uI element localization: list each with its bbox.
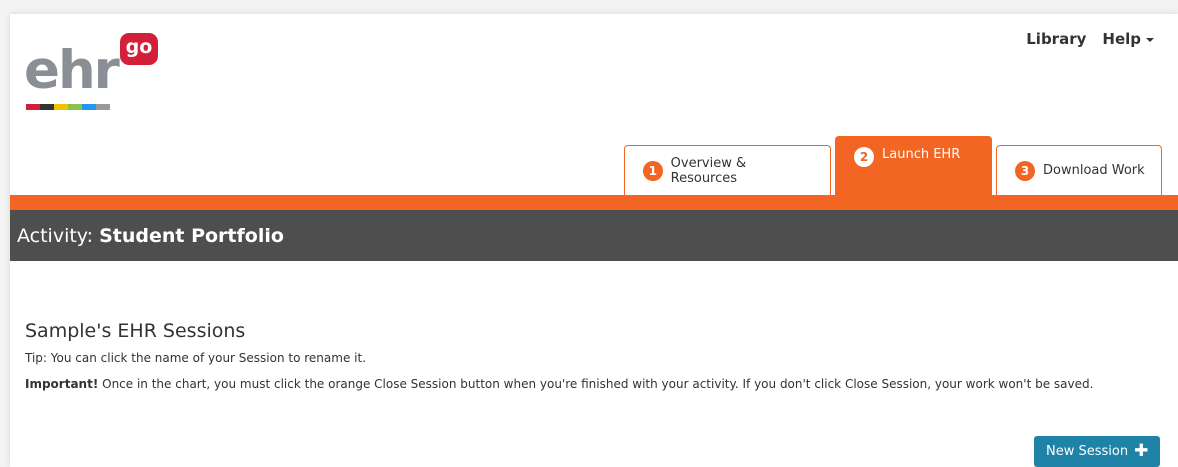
tab-download-work[interactable]: 3 Download Work [996,145,1162,195]
help-label: Help [1102,30,1141,48]
stripe-segment [96,104,110,110]
logo-text: ehr [24,40,120,101]
tab-label: Overview & Resources [670,155,747,186]
important-notice: Important! Once in the chart, you must c… [25,376,1155,392]
new-session-button[interactable]: New Session ✚ [1034,436,1161,467]
orange-divider [10,195,1178,210]
sessions-section: Sample's EHR Sessions Tip: You can click… [25,320,1155,400]
tab-launch-ehr[interactable]: 2 Launch EHR [835,136,992,195]
tab-number-badge: 3 [1015,160,1035,181]
new-session-label: New Session [1046,444,1129,459]
tab-number-badge: 1 [643,160,663,181]
stripe-segment [54,104,68,110]
ehrgo-logo[interactable]: ehr go [24,28,164,118]
stripe-segment [82,104,96,110]
top-nav: Library Help [1026,30,1154,48]
activity-name: Student Portfolio [99,224,284,247]
activity-prefix: Activity: [17,224,94,247]
tab-number-badge: 2 [854,147,874,167]
tab-label: Download Work [1043,163,1145,178]
page: ehr go Library Help 1 Overview & Resourc… [10,14,1178,467]
library-link[interactable]: Library [1026,30,1086,48]
caret-down-icon [1146,37,1154,42]
important-label: Important! [25,377,99,391]
important-text: Once in the chart, you must click the or… [98,377,1094,391]
logo-color-stripe [26,104,110,110]
plus-icon: ✚ [1134,441,1149,461]
activity-tabs: 1 Overview & Resources 2 Launch EHR 3 Do… [624,136,1162,195]
sessions-title: Sample's EHR Sessions [25,320,246,342]
activity-title-bar: Activity: Student Portfolio [10,210,1178,261]
rename-tip: Tip: You can click the name of your Sess… [25,351,367,365]
logo-badge: go [120,33,158,65]
stripe-segment [68,104,82,110]
stripe-segment [40,104,54,110]
stripe-segment [26,104,40,110]
tab-label: Launch EHR [882,147,961,162]
tab-overview-resources[interactable]: 1 Overview & Resources [624,145,831,195]
help-menu[interactable]: Help [1102,30,1154,48]
